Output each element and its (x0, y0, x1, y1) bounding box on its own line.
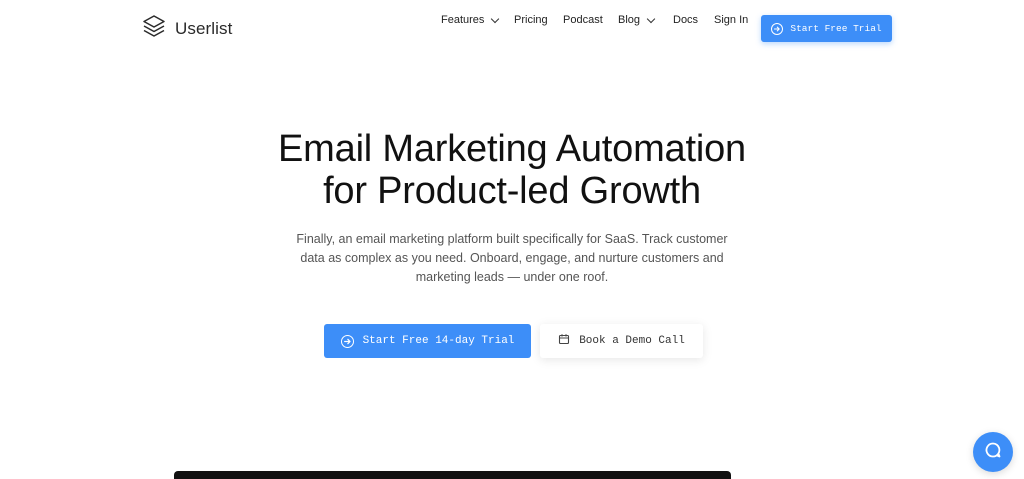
hero-title-line-2: for Product-led Growth (323, 170, 701, 212)
nav-docs[interactable]: Docs (673, 14, 698, 26)
calendar-icon (558, 333, 570, 349)
book-demo-call-button[interactable]: Book a Demo Call (540, 324, 703, 358)
start-free-trial-label: Start Free Trial (790, 23, 882, 34)
site-header: Userlist Features Pricing Podcast Blog D… (0, 0, 1024, 56)
chevron-down-icon (491, 14, 500, 23)
product-preview-frame (174, 471, 731, 479)
start-free-14-day-trial-button[interactable]: Start Free 14-day Trial (324, 324, 531, 358)
chat-icon (983, 440, 1003, 465)
nav-features-label: Features (441, 14, 485, 26)
nav-blog[interactable]: Blog (618, 14, 656, 26)
brand-name: Userlist (175, 18, 233, 38)
nav-features[interactable]: Features (441, 14, 500, 26)
start-free-trial-button[interactable]: Start Free Trial (761, 15, 892, 42)
hero-subtitle: Finally, an email marketing platform bui… (296, 232, 728, 284)
chat-widget-button[interactable] (973, 432, 1013, 472)
nav-pricing[interactable]: Pricing (514, 14, 548, 26)
circle-arrow-right-icon (771, 22, 784, 35)
hero-title-line-1: Email Marketing Automation (278, 128, 746, 170)
hero-title: Email Marketing Automation for Product-l… (0, 128, 1024, 212)
circle-arrow-right-icon (340, 334, 354, 348)
start-free-14-day-trial-label: Start Free 14-day Trial (362, 335, 515, 347)
book-demo-call-label: Book a Demo Call (579, 335, 685, 347)
nav-sign-in[interactable]: Sign In (714, 14, 748, 26)
brand-logo[interactable]: Userlist (141, 13, 232, 44)
nav-blog-label: Blog (618, 14, 641, 26)
stack-logo-icon (141, 13, 167, 44)
nav-podcast[interactable]: Podcast (563, 14, 603, 26)
chevron-down-icon (646, 14, 656, 23)
